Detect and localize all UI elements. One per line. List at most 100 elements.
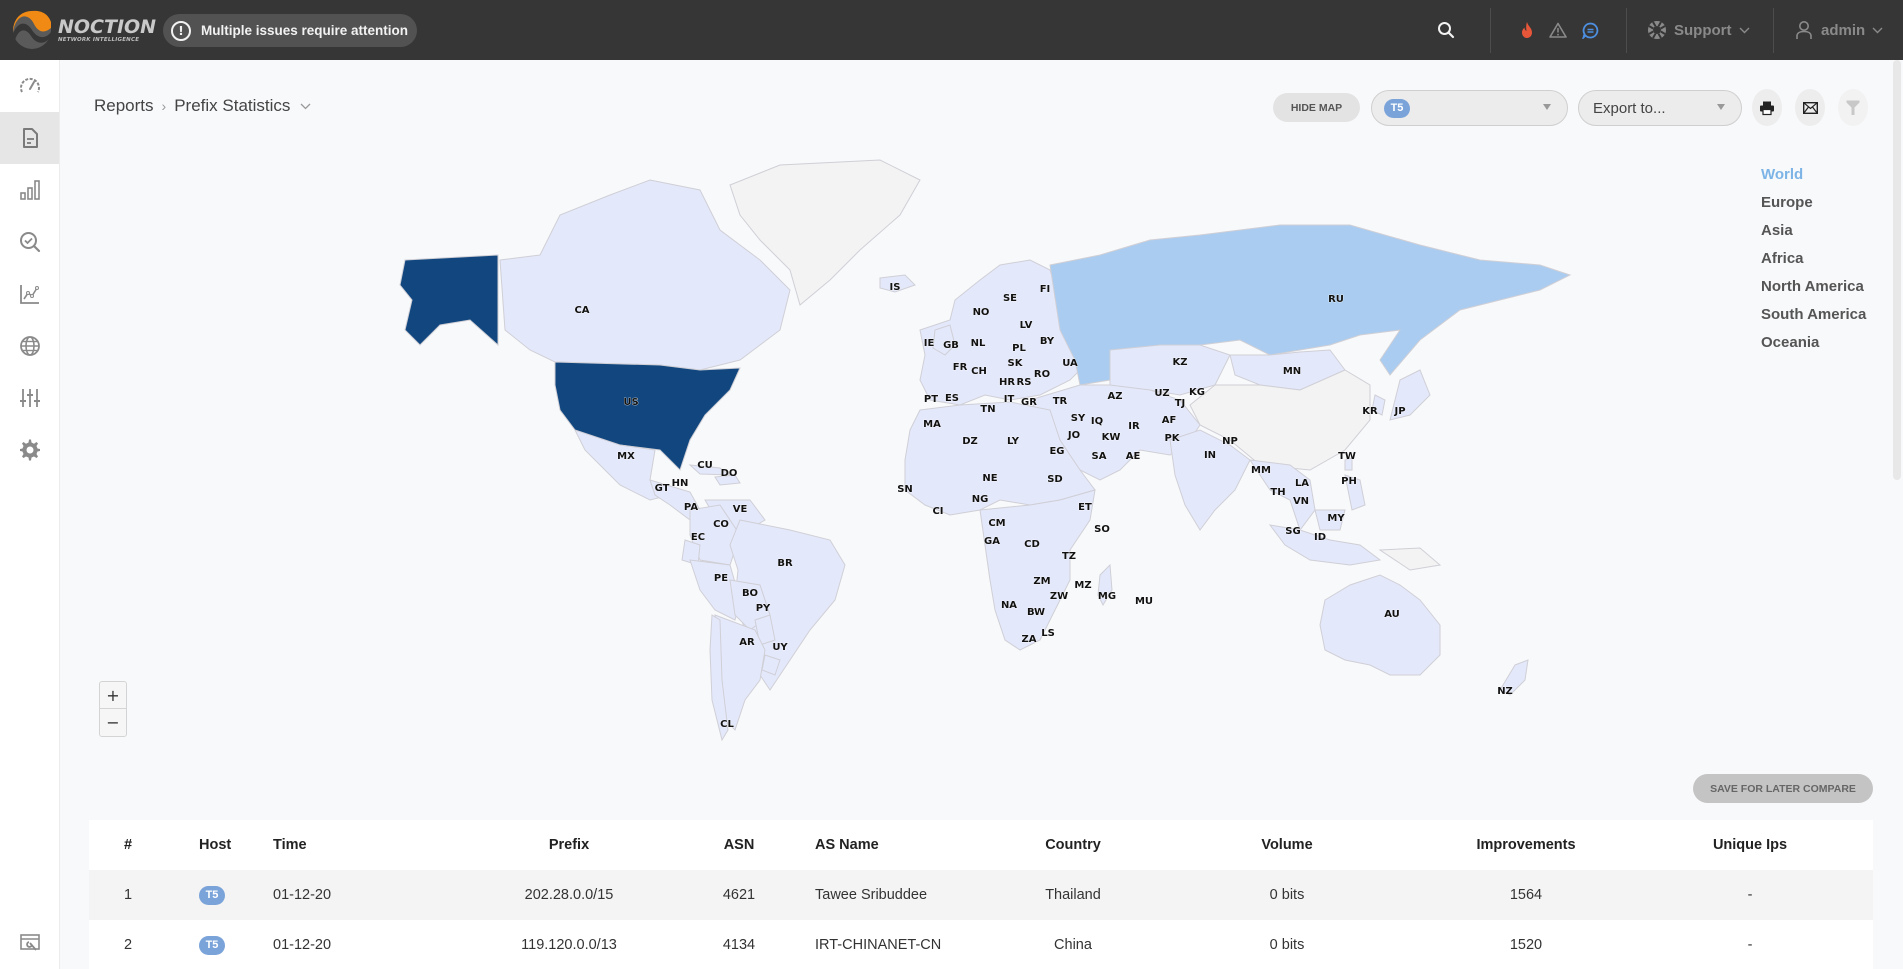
country-label-no: NO [973, 307, 990, 318]
region-north-america[interactable]: North America [1761, 276, 1866, 304]
col-header-volume[interactable]: Volume [1237, 820, 1337, 870]
country-label-af: AF [1162, 415, 1177, 426]
sidebar-item-graphs[interactable] [0, 268, 59, 320]
world-map[interactable]: CA US MX CU DO GT HN PA VE CO EC PE BR BO PY AR UY CL IS NO… [60, 140, 1730, 760]
chevron-down-icon[interactable] [300, 103, 311, 110]
email-button[interactable] [1795, 89, 1825, 126]
country-shape-au[interactable] [1319, 574, 1441, 676]
country-label-th: TH [1270, 487, 1285, 498]
country-label-np: NP [1222, 436, 1238, 447]
country-label-ru: RU [1328, 294, 1344, 305]
page-scrollbar[interactable] [1893, 60, 1901, 480]
region-asia[interactable]: Asia [1761, 220, 1866, 248]
breadcrumb: Reports › Prefix Statistics [94, 96, 311, 116]
region-oceania[interactable]: Oceania [1761, 332, 1866, 360]
country-label-vn: VN [1293, 496, 1309, 507]
col-header-country[interactable]: Country [1023, 820, 1123, 870]
country-label-ly: LY [1007, 436, 1020, 447]
breadcrumb-current-page[interactable]: Prefix Statistics [174, 96, 290, 116]
country-label-ng: NG [972, 494, 989, 505]
exclamation-icon: ! [171, 20, 191, 41]
filter-button[interactable] [1838, 89, 1868, 126]
sidebar-item-maintenance[interactable] [0, 917, 59, 969]
country-label-pl: PL [1012, 343, 1026, 354]
sidebar-item-statistics[interactable] [0, 164, 59, 216]
noction-logo[interactable]: NOCTION NETWORK INTELLIGENCE [12, 9, 156, 51]
print-button[interactable] [1752, 89, 1782, 126]
country-label-bo: BO [742, 588, 758, 599]
col-header-host[interactable]: Host [199, 820, 231, 870]
country-label-in: IN [1204, 450, 1216, 461]
country-label-za: ZA [1022, 634, 1037, 645]
chevron-down-icon [1872, 27, 1883, 33]
country-label-sn: SN [897, 484, 913, 495]
host-select[interactable]: T5 [1371, 90, 1568, 126]
sidebar-item-settings[interactable] [0, 424, 59, 476]
country-label-sk: SK [1008, 358, 1024, 369]
country-shape-us_ak[interactable] [399, 254, 499, 347]
country-label-pt: PT [924, 394, 938, 405]
export-select[interactable]: Export to... [1578, 90, 1742, 126]
region-selector: World Europe Asia Africa North America S… [1761, 164, 1866, 360]
table-row[interactable]: 1 T5 01-12-20 202.28.0.0/15 4621 Tawee Sribud… [89, 870, 1873, 920]
country-label-by: BY [1040, 336, 1055, 347]
country-shape-af_s[interactable] [979, 489, 1096, 651]
sidebar-item-global[interactable] [0, 320, 59, 372]
col-header-improvements[interactable]: Improvements [1451, 820, 1601, 870]
sidebar-item-troubleshooting[interactable] [0, 216, 59, 268]
country-label-sa: SA [1092, 451, 1107, 462]
dropdown-caret-icon [1543, 104, 1551, 110]
zoom-out-button[interactable]: − [100, 709, 126, 736]
cell-improvements: 1564 [1509, 887, 1543, 903]
zoom-in-button[interactable]: + [100, 682, 126, 709]
chat-icon [1582, 22, 1599, 39]
country-label-do: DO [721, 468, 738, 479]
country-shape-pg[interactable] [1378, 547, 1442, 571]
sidebar-item-reports[interactable] [0, 112, 59, 164]
search-button[interactable] [1437, 0, 1455, 60]
critical-events-button[interactable] [1520, 0, 1534, 60]
region-africa[interactable]: Africa [1761, 248, 1866, 276]
col-header-asn[interactable]: ASN [689, 820, 789, 870]
country-label-ec: EC [691, 532, 705, 543]
cell-asn: 4134 [722, 937, 756, 953]
col-header-as-name[interactable]: AS Name [815, 820, 879, 870]
region-south-america[interactable]: South America [1761, 304, 1866, 332]
country-label-id: ID [1314, 532, 1326, 543]
messages-button[interactable] [1582, 0, 1599, 60]
country-label-cu: CU [697, 460, 712, 471]
country-label-uy: UY [772, 642, 788, 653]
support-menu[interactable]: Support [1647, 0, 1750, 60]
breadcrumb-reports-link[interactable]: Reports [94, 96, 154, 116]
col-header-prefix[interactable]: Prefix [469, 820, 669, 870]
breadcrumb-separator-icon: › [161, 98, 167, 114]
warnings-button[interactable] [1549, 0, 1567, 60]
country-label-co: CO [713, 519, 729, 530]
cell-asn: 4621 [722, 887, 756, 903]
hide-map-button[interactable]: HIDE MAP [1273, 93, 1360, 122]
country-label-hr: HR [999, 377, 1015, 388]
brand-tagline: NETWORK INTELLIGENCE [58, 37, 140, 43]
country-label-jp: JP [1393, 406, 1405, 417]
region-world[interactable]: World [1761, 164, 1866, 192]
save-for-later-compare-button[interactable]: SAVE FOR LATER COMPARE [1693, 774, 1873, 803]
user-menu[interactable]: admin [1795, 0, 1883, 60]
cell-country: Thailand [1045, 887, 1101, 903]
sidebar-item-configuration[interactable] [0, 372, 59, 424]
issues-alert-button[interactable]: ! Multiple issues require attention [163, 14, 417, 47]
maintenance-icon [19, 934, 40, 951]
topbar-divider [1490, 8, 1491, 53]
sidebar-item-dashboard[interactable] [0, 60, 59, 112]
country-label-tr: TR [1053, 396, 1068, 407]
region-europe[interactable]: Europe [1761, 192, 1866, 220]
cell-volume: 0 bits [1269, 887, 1305, 903]
col-header-index[interactable]: # [124, 820, 132, 870]
country-label-tj: TJ [1175, 398, 1186, 409]
col-header-time[interactable]: Time [273, 820, 307, 870]
col-header-unique-ips[interactable]: Unique Ips [1675, 820, 1825, 870]
cell-as-name: Tawee Sribuddee [815, 887, 928, 903]
prefix-statistics-table: # Host Time Prefix ASN AS Name Country V… [89, 820, 1873, 969]
country-label-ve: VE [733, 504, 748, 515]
table-row[interactable]: 2 T5 01-12-20 119.120.0.0/13 4134 IRT-CHINANE… [89, 920, 1873, 969]
gear-icon [19, 439, 40, 461]
